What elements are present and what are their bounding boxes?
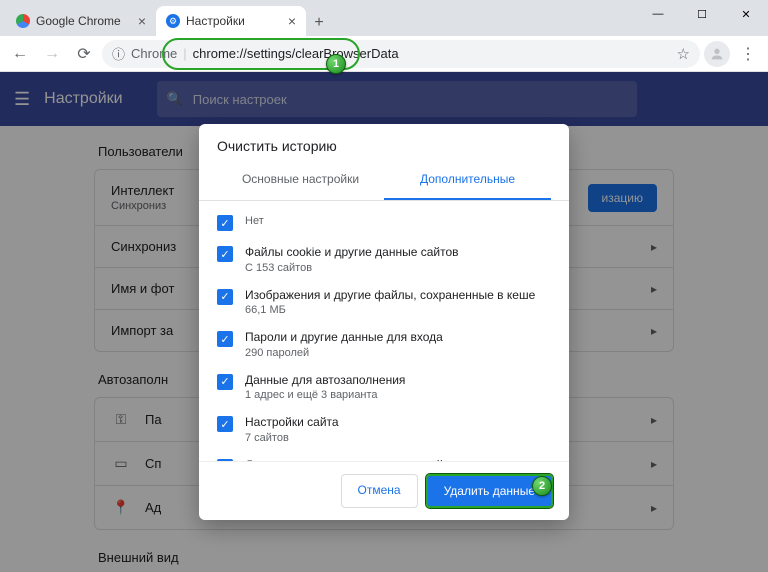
dialog-title: Очистить историю — [199, 124, 569, 160]
minimize-button[interactable]: — — [636, 0, 680, 28]
cancel-button[interactable]: Отмена — [341, 474, 418, 508]
check-label: Изображения и другие файлы, сохраненные … — [245, 288, 535, 304]
checkbox-row[interactable]: ✓ Нет — [217, 207, 565, 238]
profile-avatar[interactable] — [704, 41, 730, 67]
checkbox[interactable]: ✓ — [217, 246, 233, 262]
checkbox[interactable]: ✓ — [217, 331, 233, 347]
checkbox[interactable]: ✓ — [217, 459, 233, 461]
check-sub: 66,1 МБ — [245, 304, 535, 316]
checkbox[interactable]: ✓ — [217, 416, 233, 432]
tab-label: Настройки — [186, 14, 245, 28]
annotation-badge-1: 1 — [326, 54, 346, 74]
clear-data-dialog: Очистить историю Основные настройки Допо… — [199, 124, 569, 520]
close-window-button[interactable]: ✕ — [724, 0, 768, 28]
bookmark-icon[interactable]: ☆ — [677, 45, 690, 63]
address-bar[interactable]: ⓘ Chrome | chrome://settings/clearBrowse… — [102, 40, 700, 68]
chrome-favicon — [16, 14, 30, 28]
check-label: Данные размещаемых приложений — [245, 458, 459, 461]
tab-label: Google Chrome — [36, 14, 121, 28]
menu-button[interactable]: ⋮ — [734, 44, 762, 64]
tab-basic[interactable]: Основные настройки — [217, 160, 384, 200]
annotation-badge-2: 2 — [532, 476, 552, 496]
check-sub: 290 паролей — [245, 347, 443, 359]
reload-button[interactable]: ⟳ — [70, 40, 98, 68]
checkbox-row[interactable]: ✓Данные размещаемых приложений6 приложен… — [217, 451, 565, 461]
new-tab-button[interactable]: + — [306, 10, 332, 36]
checkbox[interactable]: ✓ — [217, 374, 233, 390]
tab-google-chrome[interactable]: Google Chrome × — [6, 6, 156, 36]
check-label: Файлы cookie и другие данные сайтов — [245, 245, 459, 261]
tab-advanced[interactable]: Дополнительные — [384, 160, 551, 200]
checkbox[interactable]: ✓ — [217, 215, 233, 231]
check-sub: С 153 сайтов — [245, 262, 459, 274]
maximize-button[interactable]: ☐ — [680, 0, 724, 28]
close-tab-icon[interactable]: × — [138, 13, 146, 29]
checkbox[interactable]: ✓ — [217, 289, 233, 305]
tab-settings[interactable]: ⚙ Настройки × — [156, 6, 306, 36]
close-tab-icon[interactable]: × — [288, 13, 296, 29]
address-scheme: Chrome — [131, 46, 177, 61]
gear-favicon: ⚙ — [166, 14, 180, 28]
check-sub: 7 сайтов — [245, 432, 339, 444]
forward-button[interactable]: → — [38, 40, 66, 68]
checkbox-row[interactable]: ✓ Данные для автозаполнения1 адрес и ещё … — [217, 366, 565, 409]
back-button[interactable]: ← — [6, 40, 34, 68]
check-label: Пароли и другие данные для входа — [245, 330, 443, 346]
dialog-body[interactable]: ✓ Нет ✓ Файлы cookie и другие данные сайтов… — [199, 201, 569, 461]
check-label: Нет — [245, 214, 264, 228]
check-sub: 1 адрес и ещё 3 варианта — [245, 389, 405, 401]
toolbar: ← → ⟳ ⓘ Chrome | chrome://settings/clear… — [0, 36, 768, 72]
checkbox-row[interactable]: ✓ Изображения и другие файлы, сохраненные… — [217, 281, 565, 324]
checkbox-row[interactable]: ✓ Пароли и другие данные для входа290 пар… — [217, 323, 565, 366]
check-label: Данные для автозаполнения — [245, 373, 405, 389]
address-url: chrome://settings/clearBrowserData — [193, 46, 399, 61]
check-label: Настройки сайта — [245, 415, 339, 431]
checkbox-row[interactable]: ✓ Файлы cookie и другие данные сайтовС 15… — [217, 238, 565, 281]
site-info-icon[interactable]: ⓘ — [112, 44, 125, 63]
checkbox-row[interactable]: ✓ Настройки сайта7 сайтов — [217, 408, 565, 451]
